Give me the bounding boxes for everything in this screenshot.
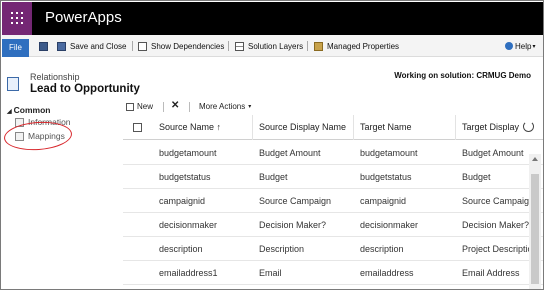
cell-source-name: emailaddress1: [159, 268, 218, 278]
top-bar: PowerApps: [2, 2, 543, 35]
select-all-checkbox[interactable]: [133, 123, 142, 132]
save-icon: [39, 41, 48, 51]
table-row[interactable]: budgetstatus Budget budgetstatus Budget: [123, 165, 543, 189]
cell-source-display-name: Budget: [259, 172, 288, 182]
help-icon: [505, 42, 513, 50]
show-dependencies-button[interactable]: Show Dependencies: [138, 40, 224, 52]
command-bar: File Save and Close Show Dependencies So…: [2, 35, 543, 57]
mappings-grid: Source Name ↑ Source Display Name Target…: [123, 115, 543, 289]
page-title: Lead to Opportunity: [30, 83, 140, 95]
cell-source-display-name: Email: [259, 268, 282, 278]
dependencies-icon: [138, 41, 147, 51]
scroll-up-icon[interactable]: [532, 157, 538, 161]
refresh-icon[interactable]: [523, 121, 534, 132]
cell-source-name: budgetstatus: [159, 172, 211, 182]
cell-source-name: campaignid: [159, 196, 206, 206]
save-and-close-button[interactable]: Save and Close: [57, 40, 126, 52]
sidebar-group-label: Common: [13, 105, 51, 115]
table-row[interactable]: decisionmaker Decision Maker? decisionma…: [123, 213, 543, 237]
cell-target-display: Budget: [462, 172, 491, 182]
delete-icon: ✕: [171, 100, 180, 111]
more-actions-label: More Actions: [199, 102, 246, 111]
new-record-icon: [126, 102, 134, 111]
cell-source-display-name: Source Campaign: [259, 196, 332, 206]
cell-target-display: Project Description: [462, 244, 534, 254]
chevron-down-icon: ▾: [248, 104, 252, 110]
column-header-target-display[interactable]: Target Display: [456, 115, 522, 140]
cell-target-name: decisionmaker: [360, 220, 419, 230]
new-label: New: [137, 102, 154, 111]
cell-target-name: budgetamount: [360, 148, 418, 158]
cell-source-name: budgetamount: [159, 148, 217, 158]
relationship-icon: [7, 77, 19, 91]
more-actions-button[interactable]: More Actions ▾: [199, 102, 251, 111]
toolbar-separator: [163, 102, 164, 112]
app-title: PowerApps: [45, 9, 122, 26]
solution-indicator: Working on solution: CRMUG Demo: [394, 71, 531, 80]
save-button[interactable]: [39, 40, 52, 52]
app-launcher-button[interactable]: [2, 2, 32, 35]
cell-source-name: decisionmaker: [159, 220, 218, 230]
table-row[interactable]: description Description description Proj…: [123, 237, 543, 261]
cell-target-display: Decision Maker?: [462, 220, 530, 230]
command-separator: [307, 41, 308, 51]
save-close-icon: [57, 41, 66, 51]
save-and-close-label: Save and Close: [70, 41, 127, 51]
help-button[interactable]: Help ▾: [505, 40, 535, 52]
cell-target-display: Email Address: [462, 268, 520, 278]
column-header-source-name[interactable]: Source Name ↑: [153, 115, 253, 140]
cell-target-display: Source Campaign: [462, 196, 534, 206]
waffle-icon: [11, 12, 23, 24]
cell-target-name: description: [360, 244, 404, 254]
chevron-down-icon: ▾: [532, 43, 536, 50]
column-header-source-display-name[interactable]: Source Display Name: [253, 115, 354, 140]
grid-toolbar: New ✕ More Actions ▾: [123, 99, 543, 115]
layers-icon: [235, 41, 244, 51]
cell-target-name: campaignid: [360, 196, 407, 206]
window-frame: PowerApps File Save and Close Show Depen…: [0, 0, 544, 290]
command-separator: [228, 41, 229, 51]
command-separator: [132, 41, 133, 51]
vertical-scrollbar[interactable]: [529, 154, 541, 289]
cell-source-display-name: Decision Maker?: [259, 220, 327, 230]
managed-properties-label: Managed Properties: [327, 41, 400, 51]
scrollbar-thumb[interactable]: [531, 174, 539, 284]
cell-source-name: description: [159, 244, 203, 254]
collapse-triangle-icon: ◢: [7, 109, 12, 115]
file-button[interactable]: File: [2, 39, 29, 57]
column-header-target-name[interactable]: Target Name: [354, 115, 456, 140]
toolbar-separator: [189, 102, 190, 112]
managed-properties-icon: [314, 41, 323, 51]
grid-header: Source Name ↑ Source Display Name Target…: [123, 115, 543, 140]
sidebar-group-common[interactable]: ◢ Common: [7, 105, 50, 115]
show-dependencies-label: Show Dependencies: [151, 41, 225, 51]
table-row[interactable]: campaignid Source Campaign campaignid So…: [123, 189, 543, 213]
new-button[interactable]: New: [126, 102, 153, 111]
delete-button[interactable]: ✕: [171, 100, 179, 111]
managed-properties-button[interactable]: Managed Properties: [314, 40, 399, 52]
solution-layers-button[interactable]: Solution Layers: [235, 40, 303, 52]
cell-target-name: budgetstatus: [360, 172, 412, 182]
table-row[interactable]: budgetamount Budget Amount budgetamount …: [123, 141, 543, 165]
cell-source-display-name: Budget Amount: [259, 148, 321, 158]
solution-layers-label: Solution Layers: [248, 41, 304, 51]
cell-target-name: emailaddress: [360, 268, 414, 278]
table-row[interactable]: emailaddress1 Email emailaddress Email A…: [123, 261, 543, 285]
help-label: Help: [515, 41, 532, 51]
cell-source-display-name: Description: [259, 244, 305, 254]
entity-type-label: Relationship: [30, 72, 80, 82]
cell-target-display: Budget Amount: [462, 148, 524, 158]
